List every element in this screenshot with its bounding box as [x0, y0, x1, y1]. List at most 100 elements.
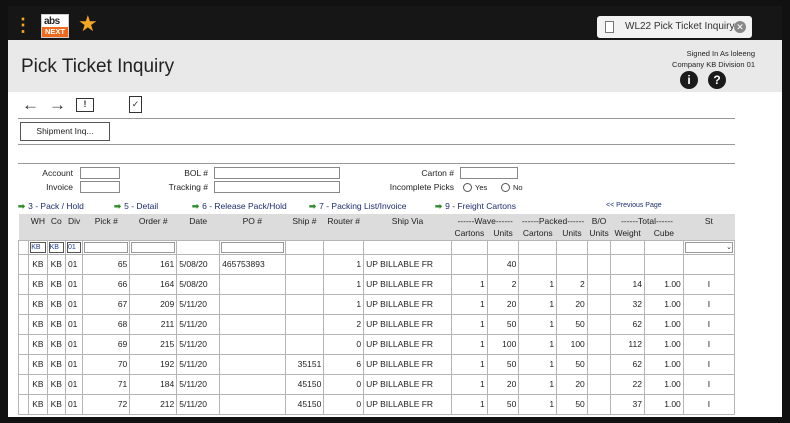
cell-status: I: [682, 273, 736, 295]
cell-wave-units: 40: [486, 253, 520, 275]
cell-date: 5/11/20: [176, 353, 221, 375]
order-filter-input[interactable]: [131, 241, 176, 253]
col-po: PO #: [219, 214, 285, 227]
cell-ship-via: UP BILLABLE FR: [363, 393, 452, 415]
cell-packed-cartons: 1: [518, 293, 558, 315]
cell-router: 1: [323, 253, 365, 275]
logo-bottom-text: NEXT: [42, 27, 68, 37]
tracking-label: Tracking #: [168, 182, 208, 192]
table-row[interactable]: KB KB 01 69 215 5/11/20 0 UP BILLABLE FR 1 100 1 10…: [17, 333, 736, 355]
incomplete-no-radio[interactable]: [501, 183, 510, 192]
note-alert-icon[interactable]: !: [76, 98, 94, 112]
row-selector[interactable]: [17, 293, 30, 315]
table-row[interactable]: KB KB 01 72 212 5/11/20 45150 0 UP BILLABLE FR 1 5…: [17, 393, 736, 415]
signed-in-text: Signed In As loleeng: [686, 49, 755, 58]
help-icon[interactable]: ?: [708, 71, 726, 89]
cell-weight: 62: [610, 313, 645, 335]
previous-page-link[interactable]: << Previous Page: [606, 202, 662, 209]
row-selector[interactable]: [17, 333, 30, 355]
tracking-input[interactable]: [214, 181, 340, 193]
col-co: Co: [47, 214, 66, 227]
cell-div: 01: [64, 313, 84, 335]
table-row[interactable]: KB KB 01 68 211 5/11/20 2 UP BILLABLE FR 1 50 1 50 6…: [17, 313, 736, 335]
forward-arrow-icon[interactable]: →: [49, 96, 66, 114]
detail-link[interactable]: ➡ 5 - Detail: [114, 201, 158, 212]
shipment-inquiry-button[interactable]: Shipment Inq...: [20, 122, 110, 141]
account-input[interactable]: [80, 167, 120, 179]
cell-cube: 1.00: [643, 313, 684, 335]
filter-cell: [219, 239, 286, 255]
detail-label: 5 - Detail: [124, 201, 159, 211]
bol-label: BOL #: [184, 168, 208, 178]
cell-pick: 68: [82, 313, 131, 335]
green-arrow-icon: ➡: [435, 201, 443, 211]
table-row[interactable]: KB KB 01 65 161 5/08/20 465753893 1 UP BILLABLE …: [17, 253, 736, 275]
bol-input[interactable]: [214, 167, 340, 179]
clipboard-check-icon[interactable]: ✓: [129, 96, 142, 113]
cell-wh: KB: [28, 313, 48, 335]
packing-list-link[interactable]: ➡ 7 - Packing List/Invoice: [309, 201, 407, 212]
cell-packed-units: 20: [556, 373, 588, 395]
incomplete-yes-radio[interactable]: [463, 183, 472, 192]
cell-status: I: [682, 293, 736, 315]
cell-wave-cartons: 1: [450, 353, 488, 375]
cell-ship-via: UP BILLABLE FR: [363, 353, 452, 375]
co-filter-input[interactable]: KB: [48, 241, 64, 253]
cell-bo-units: [586, 393, 612, 415]
row-selector[interactable]: [17, 273, 30, 295]
cell-status: [682, 253, 736, 275]
cell-pick: 66: [82, 273, 131, 295]
cell-date: 5/11/20: [176, 393, 221, 415]
release-label: 6 - Release Pack/Hold: [202, 201, 287, 211]
table-row[interactable]: KB KB 01 71 184 5/11/20 45150 0 UP BILLABLE FR 1 2…: [17, 373, 736, 395]
cell-wh: KB: [28, 253, 48, 275]
cell-packed-units: [556, 253, 588, 275]
back-arrow-icon[interactable]: ←: [22, 96, 39, 114]
close-tab-icon[interactable]: ✕: [734, 21, 746, 33]
incomplete-picks-label: Incomplete Picks: [389, 182, 454, 192]
cell-ship-via: UP BILLABLE FR: [363, 293, 452, 315]
row-selector[interactable]: [17, 353, 30, 375]
cell-date: 5/08/20: [176, 253, 221, 275]
green-arrow-icon: ➡: [114, 201, 122, 211]
open-tab[interactable]: WL22 Pick Ticket Inquiry ✕: [597, 16, 752, 38]
cell-wave-cartons: 1: [450, 333, 488, 355]
divider: [18, 163, 735, 164]
row-selector[interactable]: [17, 313, 30, 335]
cell-packed-units: 50: [556, 313, 588, 335]
table-row[interactable]: KB KB 01 67 209 5/11/20 1 UP BILLABLE FR 1 20 1 20 3…: [17, 293, 736, 315]
info-icon[interactable]: i: [680, 71, 698, 89]
menu-icon[interactable]: ⋮: [14, 16, 32, 34]
pick-ticket-table: WH Co Div Pick # Order # Date PO # Ship …: [17, 214, 736, 415]
filter-cell: [82, 239, 131, 255]
abs-next-logo[interactable]: abs NEXT: [41, 14, 69, 38]
col-wh: WH: [28, 214, 48, 227]
table-row[interactable]: KB KB 01 70 192 5/11/20 35151 6 UP BILLABLE FR 1 5…: [17, 353, 736, 375]
div-filter-input[interactable]: 01: [66, 241, 82, 253]
cell-packed-units: 50: [556, 353, 588, 375]
invoice-input[interactable]: [80, 181, 120, 193]
status-filter-select[interactable]: ⌄: [684, 241, 733, 253]
cell-ship: [284, 253, 325, 275]
row-selector[interactable]: [17, 253, 30, 275]
release-pack-hold-link[interactable]: ➡ 6 - Release Pack/Hold: [192, 201, 287, 212]
filter-cell: [17, 239, 30, 255]
favorite-star-icon[interactable]: ★: [78, 11, 98, 37]
freight-cartons-link[interactable]: ➡ 9 - Freight Cartons: [435, 201, 516, 212]
wh-filter-select[interactable]: KB: [30, 241, 46, 253]
col-packed-cartons: Cartons: [518, 227, 557, 240]
yes-label: Yes: [475, 183, 488, 192]
cell-packed-cartons: 1: [518, 353, 558, 375]
table-row[interactable]: KB KB 01 66 164 5/08/20 1 UP BILLABLE FR 1 2 1 2 14 1…: [17, 273, 736, 295]
pack-hold-link[interactable]: ➡ 3 - Pack / Hold: [18, 201, 84, 212]
cell-div: 01: [64, 373, 84, 395]
filter-cell: KB: [46, 239, 66, 255]
row-selector[interactable]: [17, 393, 30, 415]
row-selector[interactable]: [17, 373, 30, 395]
carton-input[interactable]: [460, 167, 518, 179]
pick-filter-input[interactable]: [84, 241, 129, 253]
cell-co: KB: [46, 273, 66, 295]
po-filter-input[interactable]: [221, 241, 284, 253]
logo-top-text: abs: [44, 16, 60, 27]
cell-wh: KB: [28, 353, 48, 375]
